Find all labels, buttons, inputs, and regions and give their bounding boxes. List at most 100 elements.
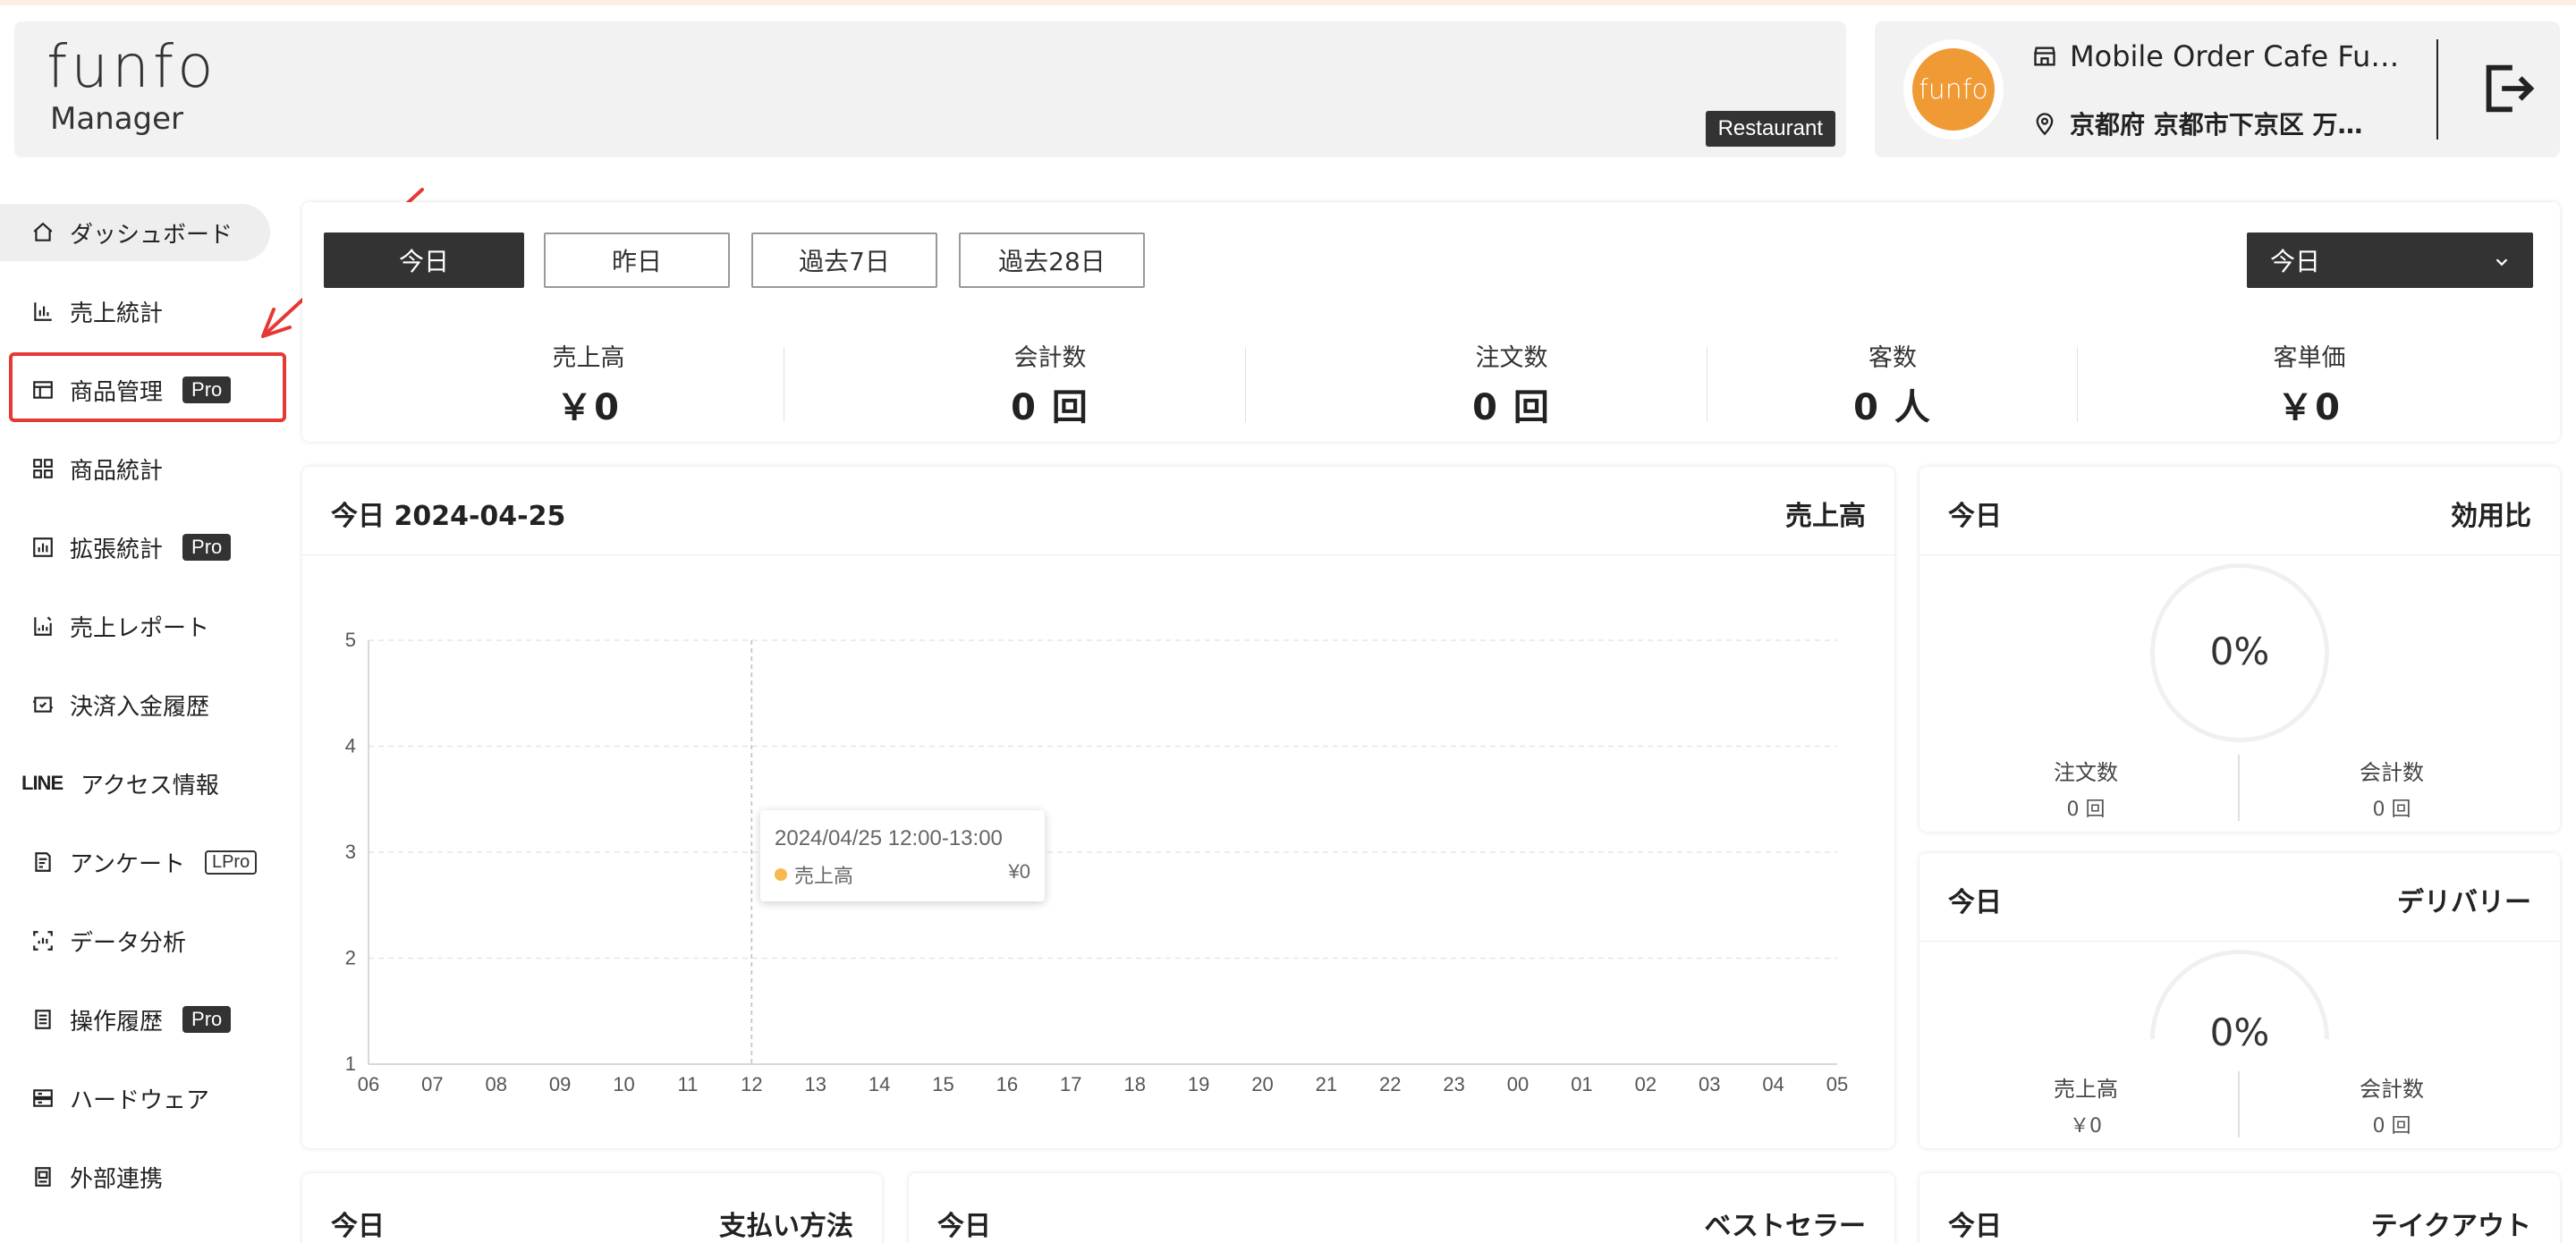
logo-subtitle: Manager bbox=[50, 101, 184, 137]
sidebar-item-product-management[interactable]: 商品管理 Pro bbox=[0, 351, 286, 429]
panel-title: 今日 bbox=[1948, 1211, 2002, 1242]
delivery-right-stat: 会計数 0 回 bbox=[2302, 1071, 2481, 1138]
sidebar-item-dashboard[interactable]: ダッシュボード bbox=[0, 204, 270, 261]
store-address-line: 京都府 京都市下京区 万… bbox=[2032, 106, 2363, 141]
stat-value: 0 回 bbox=[2372, 1115, 2411, 1137]
y-tick-label: 4 bbox=[345, 735, 356, 757]
y-tick-label: 5 bbox=[345, 629, 356, 651]
restaurant-tag: Restaurant bbox=[1705, 111, 1835, 147]
lpro-badge: LPro bbox=[204, 850, 258, 875]
funfo-logo[interactable]: funfo bbox=[47, 38, 217, 97]
x-tick-label: 14 bbox=[869, 1073, 890, 1095]
sidebar-item-product-stats[interactable]: 商品統計 bbox=[0, 429, 286, 508]
panel-divider bbox=[1919, 554, 2560, 555]
y-tick-label: 1 bbox=[345, 1053, 356, 1075]
sidebar-item-label: 売上統計 bbox=[70, 300, 164, 327]
top-accent-line bbox=[0, 0, 2576, 5]
sidebar-item-hardware[interactable]: ハードウェア bbox=[0, 1059, 286, 1137]
store-divider bbox=[2436, 39, 2438, 140]
sidebar-item-label: 拡張統計 bbox=[70, 536, 164, 563]
range-28days-button[interactable]: 過去28日 bbox=[959, 233, 1145, 288]
range-today-button[interactable]: 今日 bbox=[324, 233, 524, 288]
sidebar-item-label: ダッシュボード bbox=[70, 221, 233, 249]
x-tick-label: 09 bbox=[549, 1073, 571, 1095]
sidebar-item-label: 商品統計 bbox=[70, 457, 164, 485]
stat-label: 会計数 bbox=[2360, 1077, 2424, 1102]
pro-badge: Pro bbox=[182, 534, 232, 561]
chart-box-icon bbox=[30, 535, 55, 560]
panel-title: 今日 bbox=[1948, 887, 2002, 918]
panel-header: 今日 テイクアウト bbox=[1948, 1204, 2531, 1243]
ratio-panel: 今日 効用比 0% 注文数 0 回 会計数 0 回 bbox=[1919, 467, 2560, 832]
pro-badge: Pro bbox=[182, 376, 232, 403]
sales-line-chart[interactable]: 1234506 07 08 09 10 11 12 13 14 15 16 17 18 19 20 21 22 2… bbox=[302, 556, 1894, 1137]
sidebar-item-label: 売上レポート bbox=[70, 614, 210, 642]
x-tick-label: 20 bbox=[1251, 1073, 1273, 1095]
panel-divider bbox=[302, 554, 1894, 555]
x-tick-label: 21 bbox=[1316, 1073, 1337, 1095]
y-tick-label: 3 bbox=[345, 841, 356, 863]
grid-icon bbox=[30, 456, 55, 481]
kpi-row: 売上高 ￥0 会計数 0 回 注文数 0 回 客数 0 人 客単価 ￥0 bbox=[302, 338, 2560, 430]
x-tick-label: 11 bbox=[678, 1073, 699, 1095]
payment-method-panel: 今日 支払い方法 bbox=[302, 1173, 882, 1243]
range-yesterday-button[interactable]: 昨日 bbox=[544, 233, 730, 288]
stat-divider bbox=[2238, 1071, 2240, 1137]
integration-icon bbox=[30, 1164, 55, 1189]
tooltip-series-name: 売上高 bbox=[794, 865, 854, 887]
store-name: Mobile Order Cafe Fu… bbox=[2070, 39, 2400, 73]
sidebar-item-access-info[interactable]: LINE アクセス情報 bbox=[0, 744, 286, 823]
store-card[interactable]: funfo Mobile Order Cafe Fu… 京都府 京都市下京区 万… bbox=[1875, 21, 2560, 157]
stat-label: 注文数 bbox=[2054, 760, 2118, 785]
best-seller-panel: 今日 ベストセラー bbox=[909, 1173, 1894, 1243]
kpi-label: 客単価 bbox=[2273, 344, 2346, 372]
sidebar-item-data-analysis[interactable]: データ分析 bbox=[0, 901, 286, 980]
logout-icon[interactable] bbox=[2476, 57, 2538, 120]
survey-icon bbox=[30, 850, 55, 875]
sidebar-item-label: アクセス情報 bbox=[80, 772, 219, 799]
sidebar-item-label: ハードウェア bbox=[70, 1087, 210, 1114]
panel-header: 今日 効用比 bbox=[1948, 494, 2531, 533]
sidebar-item-survey[interactable]: アンケート LPro bbox=[0, 823, 286, 901]
kpi-label: 注文数 bbox=[1475, 344, 1548, 372]
kpi-panel: 今日 昨日 過去7日 過去28日 今日 売上高 ￥0 会計数 0 回 注文数 0… bbox=[302, 202, 2560, 442]
x-tick-label: 16 bbox=[996, 1073, 1018, 1095]
panel-header: 今日 支払い方法 bbox=[331, 1204, 853, 1243]
layout-icon bbox=[30, 377, 55, 402]
sidebar-item-label: アンケート bbox=[70, 850, 185, 878]
kpi-value: ￥0 bbox=[556, 387, 621, 428]
kpi-divider bbox=[1245, 347, 1246, 422]
x-tick-label: 17 bbox=[1060, 1073, 1081, 1095]
store-address: 京都府 京都市下京区 万… bbox=[2070, 110, 2363, 140]
stat-divider bbox=[2238, 755, 2240, 821]
chart-metric: 売上高 bbox=[1785, 501, 1866, 532]
sidebar-item-extended-stats[interactable]: 拡張統計 Pro bbox=[0, 508, 286, 587]
sidebar-item-label: データ分析 bbox=[70, 929, 187, 957]
series-dot bbox=[775, 868, 787, 881]
delivery-panel: 今日 デリバリー 0% 売上高 ￥0 会計数 0 回 bbox=[1919, 853, 2560, 1148]
takeout-panel: 今日 テイクアウト bbox=[1919, 1173, 2560, 1243]
sidebar-item-payment-history[interactable]: 決済入金履歴 bbox=[0, 665, 286, 744]
x-tick-label: 06 bbox=[358, 1073, 379, 1095]
kpi-label: 売上高 bbox=[552, 344, 625, 372]
sidebar-item-sales-report[interactable]: 売上レポート bbox=[0, 587, 286, 665]
range-select[interactable]: 今日 bbox=[2247, 233, 2533, 288]
kpi-orders: 注文数 0 回 bbox=[1422, 338, 1601, 430]
kpi-checkouts: 会計数 0 回 bbox=[961, 338, 1140, 430]
store-name-line: Mobile Order Cafe Fu… bbox=[2032, 39, 2399, 73]
sidebar-item-operation-history[interactable]: 操作履歴 Pro bbox=[0, 980, 286, 1059]
sidebar-item-integrations[interactable]: 外部連携 bbox=[0, 1137, 286, 1216]
brand-header: funfo Manager Restaurant bbox=[14, 21, 1846, 157]
range-7days-button[interactable]: 過去7日 bbox=[751, 233, 937, 288]
location-pin-icon bbox=[2032, 111, 2057, 136]
panel-header: 今日 2024-04-25 売上高 bbox=[331, 494, 1866, 533]
x-tick-label: 01 bbox=[1571, 1073, 1592, 1095]
panel-metric: デリバリー bbox=[2397, 887, 2531, 918]
x-tick-label: 02 bbox=[1635, 1073, 1657, 1095]
stat-label: 会計数 bbox=[2360, 760, 2424, 785]
tooltip-series: 売上高 bbox=[775, 860, 853, 889]
panel-title: 今日 bbox=[1948, 501, 2002, 532]
x-tick-label: 00 bbox=[1507, 1073, 1529, 1095]
kpi-label: 客数 bbox=[1868, 344, 1917, 372]
ratio-right-stat: 会計数 0 回 bbox=[2302, 755, 2481, 822]
